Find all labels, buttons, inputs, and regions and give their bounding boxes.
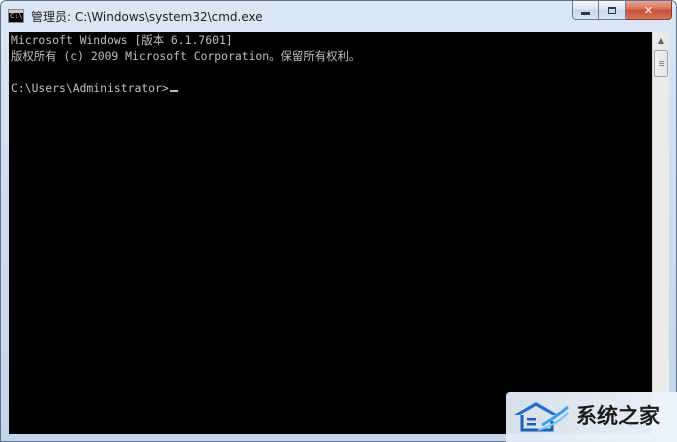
cmd-window: C:\ 管理员: C:\Windows\system32\cmd.exe ✕ M… xyxy=(0,0,677,442)
prompt-line[interactable]: C:\Users\Administrator> xyxy=(11,80,178,96)
grip-line xyxy=(659,63,664,64)
caption-buttons: ✕ xyxy=(572,1,672,21)
cmd-icon[interactable]: C:\ xyxy=(8,9,24,23)
grip-line xyxy=(659,65,664,66)
close-icon: ✕ xyxy=(643,3,654,17)
scroll-up-button[interactable]: ▲ xyxy=(653,32,669,49)
cmd-icon-label: C:\ xyxy=(10,12,23,20)
minimize-icon xyxy=(581,11,590,15)
site-watermark: 系统之家 xyxy=(506,392,677,442)
command-prompt: C:\Users\Administrator> xyxy=(11,81,169,95)
chevron-up-icon: ▲ xyxy=(657,36,665,45)
console-line: Microsoft Windows [版本 6.1.7601] xyxy=(11,33,233,47)
scroll-thumb[interactable] xyxy=(654,50,668,77)
console-line: 版权所有 (c) 2009 Microsoft Corporation。保留所有… xyxy=(11,49,361,63)
minimize-button[interactable] xyxy=(572,1,599,20)
maximize-icon xyxy=(608,6,616,14)
maximize-button[interactable] xyxy=(599,1,626,20)
watermark-text: 系统之家 xyxy=(576,404,660,428)
title-bar[interactable]: C:\ 管理员: C:\Windows\system32\cmd.exe ✕ xyxy=(1,1,676,33)
vertical-scrollbar[interactable]: ▲ ▼ xyxy=(652,32,669,434)
console-output[interactable]: Microsoft Windows [版本 6.1.7601] 版权所有 (c)… xyxy=(9,32,652,434)
text-cursor xyxy=(169,90,178,92)
window-title: 管理员: C:\Windows\system32\cmd.exe xyxy=(31,10,263,24)
house-logo-icon xyxy=(514,402,569,432)
close-button[interactable]: ✕ xyxy=(626,1,672,20)
grip-line xyxy=(659,61,664,62)
